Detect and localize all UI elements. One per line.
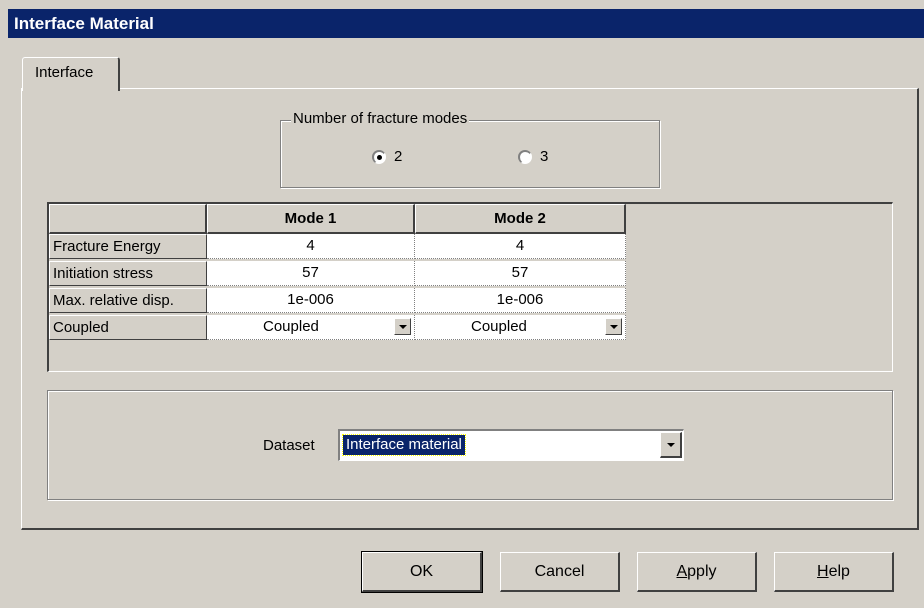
tab-interface[interactable]: Interface	[22, 57, 120, 91]
column-header-mode-1: Mode 1	[207, 204, 415, 234]
apply-button[interactable]: Apply	[637, 552, 757, 592]
dropdown-arrow-icon[interactable]	[394, 318, 411, 335]
help-button[interactable]: Help	[774, 552, 894, 592]
cell-max-relative-disp-mode-2[interactable]: 1e-006	[415, 288, 626, 313]
radio-checked-icon	[372, 149, 386, 164]
cell-initiation-stress-mode-2[interactable]: 57	[415, 261, 626, 286]
fracture-modes-label: Number of fracture modes	[291, 110, 470, 128]
row-label-fracture-energy: Fracture Energy	[49, 234, 207, 259]
row-label-initiation-stress: Initiation stress	[49, 261, 207, 286]
cell-fracture-energy-mode-1[interactable]: 4	[207, 234, 415, 259]
tab-interface-label: Interface	[35, 64, 94, 81]
column-header-mode-2: Mode 2	[415, 204, 626, 234]
radio-mode-2-label: 2	[394, 148, 403, 165]
dataset-combobox[interactable]: Interface material	[338, 429, 684, 461]
cell-coupled-mode-2-value: Coupled	[471, 318, 527, 335]
dataset-value: Interface material	[342, 434, 466, 456]
cell-max-relative-disp-mode-1[interactable]: 1e-006	[207, 288, 415, 313]
cell-initiation-stress-mode-1[interactable]: 57	[207, 261, 415, 286]
cell-coupled-mode-2[interactable]: Coupled	[415, 315, 626, 340]
ok-button[interactable]: OK	[361, 551, 483, 593]
cell-coupled-mode-1[interactable]: Coupled	[207, 315, 415, 340]
window-title: Interface Material	[8, 9, 924, 38]
dropdown-arrow-icon[interactable]	[605, 318, 622, 335]
radio-mode-3[interactable]: 3	[518, 148, 548, 165]
radio-mode-2[interactable]: 2	[372, 148, 402, 165]
cancel-button[interactable]: Cancel	[500, 552, 620, 592]
radio-mode-3-label: 3	[540, 148, 549, 165]
radio-unchecked-icon	[518, 149, 532, 164]
row-label-max-relative-disp: Max. relative disp.	[49, 288, 207, 313]
grid-corner	[49, 204, 207, 234]
cell-coupled-mode-1-value: Coupled	[263, 318, 319, 335]
cell-fracture-energy-mode-2[interactable]: 4	[415, 234, 626, 259]
dataset-label: Dataset	[263, 437, 315, 454]
row-label-coupled: Coupled	[49, 315, 207, 340]
properties-grid: Mode 1 Mode 2 Fracture Energy 4 4 Initia…	[47, 202, 893, 372]
dropdown-arrow-icon[interactable]	[660, 432, 682, 458]
fracture-modes-group	[280, 120, 660, 188]
